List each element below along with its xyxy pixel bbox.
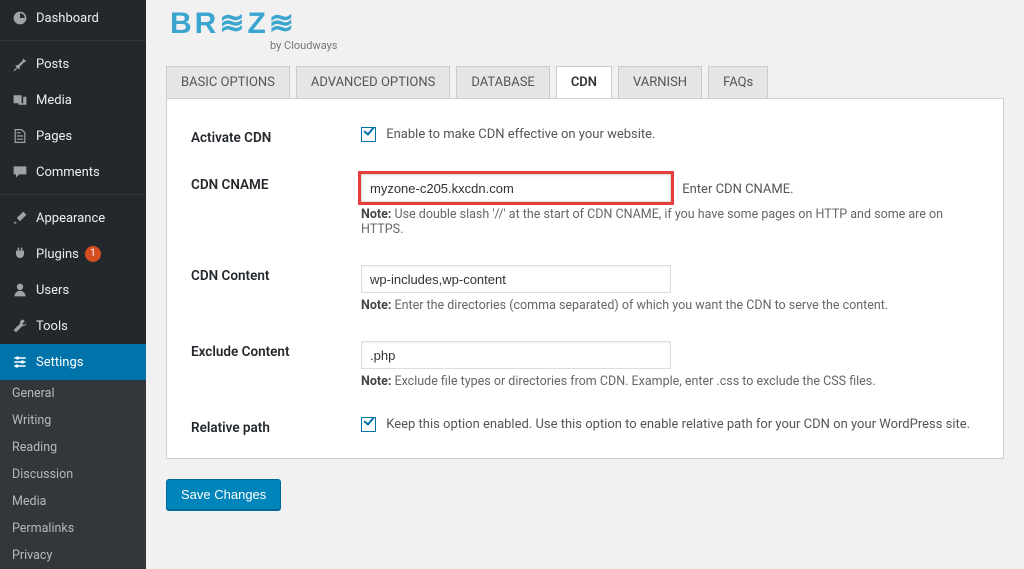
field-label: Relative path (191, 417, 361, 436)
submenu-general[interactable]: General (0, 380, 146, 407)
sidebar-item-label: Tools (36, 319, 68, 334)
update-badge: 1 (85, 246, 101, 262)
field-hint: Enter CDN CNAME. (682, 182, 793, 197)
tab-cdn[interactable]: CDN (556, 66, 612, 98)
sidebar-item-label: Pages (36, 129, 72, 144)
field-label: CDN Content (191, 265, 361, 284)
sidebar-item-label: Users (36, 283, 69, 298)
relative-path-checkbox[interactable] (361, 417, 376, 432)
settings-tabs: BASIC OPTIONS ADVANCED OPTIONS DATABASE … (166, 66, 1004, 98)
submenu-reading[interactable]: Reading (0, 434, 146, 461)
exclude-content-input[interactable] (361, 341, 671, 369)
submenu-privacy[interactable]: Privacy (0, 542, 146, 569)
sidebar-item-users[interactable]: Users (0, 272, 146, 308)
row-activate-cdn: Activate CDN Enable to make CDN effectiv… (191, 117, 979, 164)
sidebar-item-plugins[interactable]: Plugins 1 (0, 236, 146, 272)
field-label: Exclude Content (191, 341, 361, 360)
sidebar-item-label: Plugins (36, 247, 79, 262)
brush-icon (10, 208, 30, 228)
brand-text: BR≋Z≋ (170, 6, 1004, 41)
submenu-permalinks[interactable]: Permalinks (0, 515, 146, 542)
field-note: Note: Exclude file types or directories … (361, 374, 979, 389)
field-note: Note: Enter the directories (comma separ… (361, 298, 979, 313)
field-label: Activate CDN (191, 127, 361, 146)
save-changes-button[interactable]: Save Changes (166, 479, 281, 510)
sliders-icon (10, 352, 30, 372)
submenu-writing[interactable]: Writing (0, 407, 146, 434)
plug-icon (10, 244, 30, 264)
row-cdn-content: CDN Content Note: Enter the directories … (191, 255, 979, 331)
sidebar-item-pages[interactable]: Pages (0, 118, 146, 154)
sidebar-item-label: Dashboard (36, 11, 99, 26)
checkbox-description: Keep this option enabled. Use this optio… (386, 417, 970, 432)
tab-database[interactable]: DATABASE (456, 66, 549, 98)
wrench-icon (10, 316, 30, 336)
submenu-discussion[interactable]: Discussion (0, 461, 146, 488)
row-exclude-content: Exclude Content Note: Exclude file types… (191, 331, 979, 407)
cdn-content-input[interactable] (361, 265, 671, 293)
sidebar-item-label: Media (36, 93, 72, 108)
media-icon (10, 90, 30, 110)
tab-varnish[interactable]: VARNISH (618, 66, 702, 98)
checkbox-description: Enable to make CDN effective on your web… (386, 127, 655, 142)
tab-basic-options[interactable]: BASIC OPTIONS (166, 66, 290, 98)
pin-icon (10, 54, 30, 74)
sidebar-item-label: Appearance (36, 211, 105, 226)
activate-cdn-checkbox[interactable] (361, 127, 376, 142)
field-note: Note: Use double slash '//' at the start… (361, 207, 979, 237)
dashboard-icon (10, 8, 30, 28)
sidebar-item-tools[interactable]: Tools (0, 308, 146, 344)
tab-faqs[interactable]: FAQs (708, 66, 768, 98)
sidebar-item-dashboard[interactable]: Dashboard (0, 0, 146, 36)
page-icon (10, 126, 30, 146)
row-relative-path: Relative path Keep this option enabled. … (191, 407, 979, 440)
sidebar-item-comments[interactable]: Comments (0, 154, 146, 190)
settings-submenu: General Writing Reading Discussion Media… (0, 380, 146, 569)
sidebar-item-label: Settings (36, 355, 83, 370)
brand-tagline: by Cloudways (270, 39, 1004, 52)
tab-advanced-options[interactable]: ADVANCED OPTIONS (296, 66, 450, 98)
submenu-media[interactable]: Media (0, 488, 146, 515)
main-content: BR≋Z≋ by Cloudways BASIC OPTIONS ADVANCE… (146, 0, 1024, 532)
field-label: CDN CNAME (191, 174, 361, 193)
comment-icon (10, 162, 30, 182)
breeze-logo: BR≋Z≋ by Cloudways (170, 6, 1004, 52)
sidebar-item-label: Comments (36, 165, 100, 180)
sidebar-item-appearance[interactable]: Appearance (0, 200, 146, 236)
sidebar-item-media[interactable]: Media (0, 82, 146, 118)
sidebar-item-label: Posts (36, 57, 69, 72)
admin-sidebar: Dashboard Posts Media Pages Comments App… (0, 0, 146, 532)
row-cdn-cname: CDN CNAME Enter CDN CNAME. Note: Use dou… (191, 164, 979, 255)
user-icon (10, 280, 30, 300)
sidebar-item-settings[interactable]: Settings (0, 344, 146, 380)
cdn-cname-input[interactable] (361, 174, 671, 202)
sidebar-item-posts[interactable]: Posts (0, 46, 146, 82)
cdn-settings-panel: Activate CDN Enable to make CDN effectiv… (166, 98, 1004, 459)
